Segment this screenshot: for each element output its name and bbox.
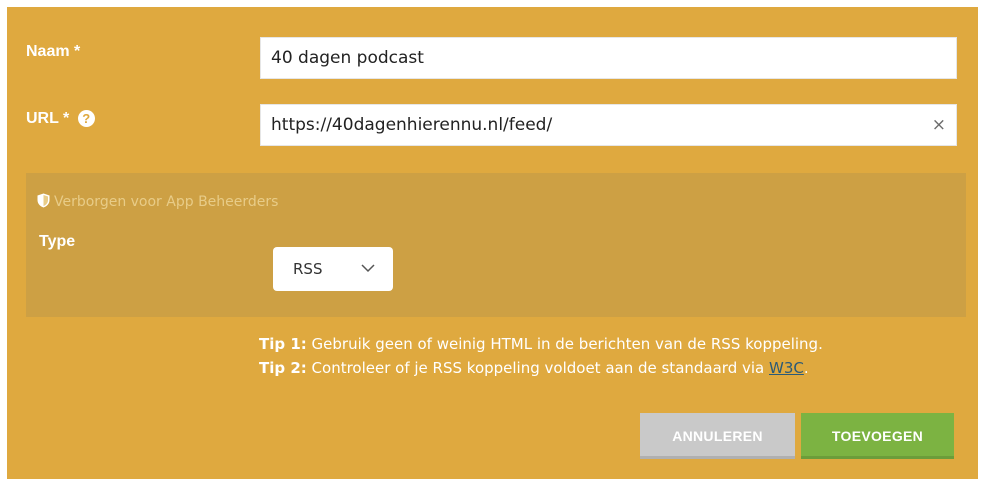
type-label: Type bbox=[39, 233, 76, 250]
tip-1: Tip 1: Gebruik geen of weinig HTML in de… bbox=[259, 332, 823, 356]
shield-icon bbox=[37, 193, 50, 208]
clear-url-icon[interactable]: × bbox=[932, 105, 946, 145]
admin-hidden-section: Verborgen voor App Beheerders Type RSS bbox=[26, 173, 966, 317]
hidden-note: Verborgen voor App Beheerders bbox=[37, 193, 278, 210]
name-input[interactable]: 40 dagen podcast bbox=[260, 37, 957, 79]
url-label: URL * bbox=[26, 110, 70, 127]
tip-2-text: Controleer of je RSS koppeling voldoet a… bbox=[306, 359, 769, 377]
w3c-link[interactable]: W3C bbox=[769, 359, 804, 377]
cancel-button[interactable]: ANNULEREN bbox=[640, 413, 795, 459]
name-input-value: 40 dagen podcast bbox=[271, 48, 424, 68]
tip-2-end: . bbox=[803, 359, 809, 377]
type-select-value: RSS bbox=[293, 260, 323, 278]
add-feed-dialog: Naam * 40 dagen podcast URL * ? https://… bbox=[7, 7, 978, 479]
url-input-value: https://40dagenhierennu.nl/feed/ bbox=[271, 115, 553, 135]
type-select[interactable]: RSS bbox=[273, 247, 393, 291]
tip-1-label: Tip 1: bbox=[259, 335, 307, 353]
tip-2: Tip 2: Controleer of je RSS koppeling vo… bbox=[259, 356, 823, 380]
url-input[interactable]: https://40dagenhierennu.nl/feed/ × bbox=[260, 104, 957, 146]
hidden-note-text: Verborgen voor App Beheerders bbox=[54, 194, 279, 210]
question-circle-icon[interactable]: ? bbox=[77, 110, 95, 127]
tip-1-text: Gebruik geen of weinig HTML in de berich… bbox=[306, 335, 823, 353]
url-label-row: URL * ? bbox=[26, 110, 95, 128]
name-label: Naam * bbox=[26, 43, 81, 60]
add-button[interactable]: TOEVOEGEN bbox=[801, 413, 954, 459]
chevron-down-icon bbox=[361, 264, 375, 273]
tip-2-label: Tip 2: bbox=[259, 359, 307, 377]
tips-block: Tip 1: Gebruik geen of weinig HTML in de… bbox=[259, 332, 823, 380]
